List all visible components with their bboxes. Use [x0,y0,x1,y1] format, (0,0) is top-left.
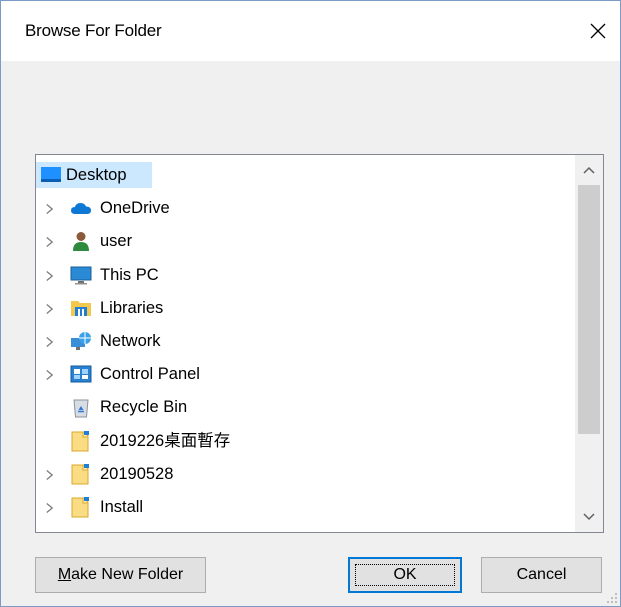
tree-item-label: Network [100,332,161,350]
expand-chevron-icon[interactable] [42,368,56,382]
folder-icon [70,430,92,452]
user-icon [70,230,92,252]
scroll-down-button[interactable] [575,502,603,532]
network-icon [70,330,92,352]
tree-item-label: Control Panel [100,365,200,384]
expand-chevron-icon[interactable] [42,335,56,349]
library-folder-icon [70,297,92,319]
chevron-up-icon [583,166,595,174]
tree-item[interactable]: Libraries [36,292,573,325]
title-bar[interactable]: Browse For Folder [1,1,620,61]
computer-icon [70,264,92,286]
tree-item-label: Recycle Bin [100,398,188,417]
folder-tree[interactable]: Desktop OneDrive user This PC Libraries Netwo… [35,154,604,533]
close-button[interactable] [576,1,620,61]
make-new-folder-button[interactable]: Make New Folder [35,557,206,593]
focus-ring [355,564,455,586]
expand-chevron-icon[interactable] [42,468,56,482]
tree-item-label: 2019226桌面暫存 [100,431,231,450]
folder-tree-list[interactable]: Desktop OneDrive user This PC Libraries Netwo… [36,155,573,532]
close-icon [590,23,606,39]
cloud-icon [70,197,92,219]
tree-item-label: Libraries [100,298,164,317]
vertical-scrollbar[interactable] [575,155,603,532]
folder-icon [70,496,92,518]
tree-item[interactable]: 2019226桌面暫存 [36,425,573,458]
cancel-label: Cancel [516,566,567,583]
ok-button[interactable]: OK [348,557,462,593]
scroll-up-button[interactable] [575,155,603,185]
tree-item-label: user [100,232,133,251]
tree-item-label: 20190528 [100,464,174,483]
tree-item-label: OneDrive [100,199,170,218]
expand-chevron-icon[interactable] [42,235,56,249]
tree-item[interactable]: This PC [36,259,573,292]
chevron-down-icon [583,513,595,521]
control-panel-icon [70,363,92,385]
tree-item-label: Desktop [66,166,127,184]
expand-chevron-icon[interactable] [42,202,56,216]
tree-item[interactable]: Control Panel [36,358,573,391]
resize-grip-icon[interactable] [606,592,618,604]
expand-chevron-icon[interactable] [42,302,56,316]
tree-item[interactable]: 20190528 [36,458,573,491]
folder-icon [70,463,92,485]
tree-item[interactable]: Network [36,325,573,358]
scroll-thumb[interactable] [578,185,600,434]
expand-chevron-icon[interactable] [42,269,56,283]
tree-item[interactable]: Recycle Bin [36,391,573,424]
tree-item[interactable]: Desktop [36,159,573,192]
browse-for-folder-dialog: Browse For Folder Desktop OneDrive user Thi… [0,0,621,607]
make-new-folder-label: Make New Folder [57,566,184,583]
tree-item[interactable]: user [36,225,573,258]
desktop-icon [40,164,62,186]
recycle-bin-icon [70,396,92,418]
cancel-button[interactable]: Cancel [481,557,602,593]
expand-chevron-icon[interactable] [42,501,56,515]
tree-item[interactable]: OneDrive [36,192,573,225]
tree-item-label: This PC [100,265,159,284]
tree-item-label: Install [100,498,144,516]
window-title: Browse For Folder [25,21,162,40]
tree-item[interactable]: Install [36,491,573,524]
